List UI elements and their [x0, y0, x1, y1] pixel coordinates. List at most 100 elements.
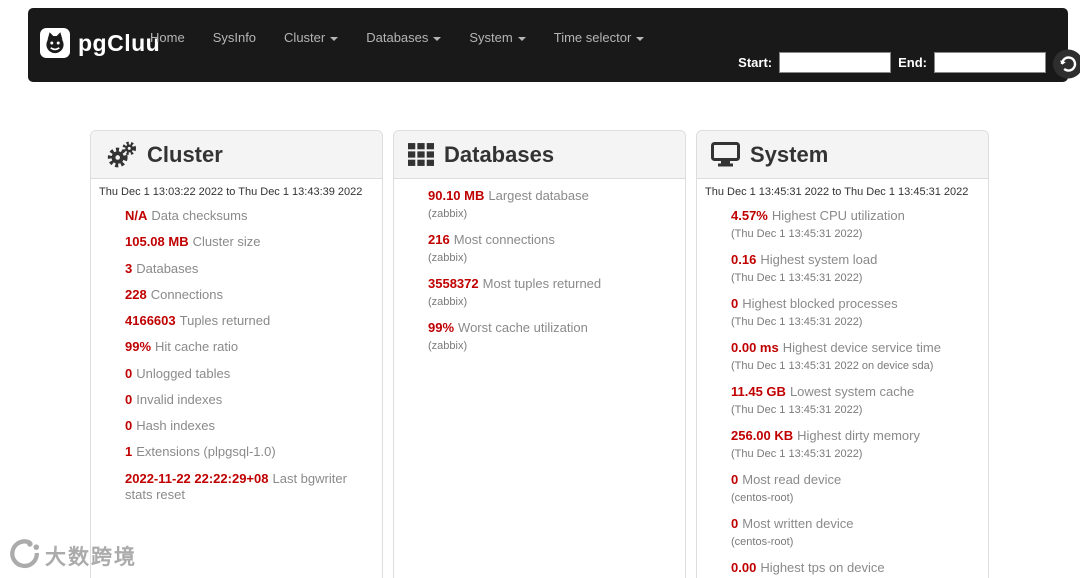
- watermark: 大数跨境: [8, 537, 137, 574]
- stat-value: 0: [125, 365, 133, 381]
- menu-item-label: Time selector: [553, 30, 632, 45]
- stat-label: Hit cache ratio: [155, 339, 239, 355]
- system-stats-list: 4.57% Highest CPU utilization (Thu Dec 1 1…: [731, 206, 982, 576]
- cluster-stats-list: N/A Data checksums 105.08 MB Cluster size 3 D…: [125, 206, 376, 503]
- stat-item: 216 Most connections (zabbix): [428, 232, 679, 266]
- stat-label: Highest device service time: [782, 340, 941, 355]
- menu-item-time-selector[interactable]: Time selector: [554, 30, 645, 45]
- stat-item: 256.00 KB Highest dirty memory (Thu Dec 1 …: [731, 428, 982, 462]
- start-label: Start:: [738, 55, 773, 70]
- cluster-panel: Cluster Thu Dec 1 13:03:22 2022 to Thu D…: [90, 130, 383, 578]
- navbar: pgCluu Home SysInfo Cluster Databases Sy…: [28, 8, 1068, 82]
- stat-item: 3 Databases: [125, 261, 376, 277]
- stat-item: 4166603 Tuples returned: [125, 313, 376, 329]
- chevron-down-icon: [636, 36, 645, 41]
- stat-item: 4.57% Highest CPU utilization (Thu Dec 1 1…: [731, 208, 982, 242]
- stat-sub: (Thu Dec 1 13:45:31 2022): [731, 404, 863, 417]
- stat-item: 99% Hit cache ratio: [125, 339, 376, 355]
- stat-item: 0 Most read device (centos-root): [731, 472, 982, 506]
- cogs-icon: [105, 141, 137, 169]
- stat-label: Data checksums: [151, 208, 248, 223]
- watermark-logo-icon: [8, 537, 40, 574]
- refresh-icon[interactable]: [1051, 48, 1080, 85]
- system-panel-header: System: [697, 131, 988, 179]
- stat-value: N/A: [125, 208, 148, 223]
- system-panel-body: Thu Dec 1 13:45:31 2022 to Thu Dec 1 13:…: [697, 179, 988, 578]
- stat-item: 0 Highest blocked processes (Thu Dec 1 13:…: [731, 296, 982, 330]
- stat-value: 256.00 KB: [731, 428, 794, 443]
- stat-item: N/A Data checksums: [125, 208, 376, 224]
- start-input[interactable]: [779, 52, 892, 73]
- stat-item: 0.16 Highest system load (Thu Dec 1 13:45:…: [731, 252, 982, 286]
- stat-value: 3: [125, 260, 133, 276]
- stat-label: Extensions (plpgsql-1.0): [136, 444, 276, 460]
- brand-text: pgCluu: [78, 29, 161, 56]
- report-period: Thu Dec 1 13:03:22 2022 to Thu Dec 1 13:…: [99, 186, 363, 198]
- menu-item-sysinfo[interactable]: SysInfo: [213, 30, 256, 45]
- system-panel: System Thu Dec 1 13:45:31 2022 to Thu De…: [696, 130, 989, 578]
- menu-item-databases[interactable]: Databases: [366, 30, 442, 45]
- stat-label: Most connections: [453, 232, 555, 247]
- stat-label: Invalid indexes: [136, 391, 223, 407]
- stat-label: Highest dirty memory: [797, 428, 920, 443]
- stat-value: 4.57%: [731, 208, 768, 223]
- stat-sub: (zabbix): [428, 296, 468, 309]
- chevron-down-icon: [433, 36, 442, 41]
- stat-item: 99% Worst cache utilization (zabbix): [428, 320, 679, 354]
- stat-sub: (Thu Dec 1 13:45:31 2022): [731, 316, 863, 329]
- summary-panels: Cluster Thu Dec 1 13:03:22 2022 to Thu D…: [90, 130, 989, 578]
- stat-item: 3558372 Most tuples returned (zabbix): [428, 276, 679, 310]
- stat-item: 0 Hash indexes: [125, 418, 376, 434]
- databases-panel-body: 90.10 MB Largest database (zabbix) 216 Most …: [394, 179, 685, 374]
- stat-value: 0.16: [731, 252, 757, 267]
- time-range-form: Start: End:: [738, 52, 1046, 73]
- stat-label: Highest CPU utilization: [771, 208, 905, 223]
- menu-item-label: System: [469, 30, 513, 45]
- stat-value: 0: [731, 472, 739, 487]
- stat-sub: (centos-root): [731, 492, 794, 505]
- stat-sub: (Thu Dec 1 13:45:31 2022): [731, 228, 863, 241]
- grid-icon: [408, 143, 434, 166]
- main-menu: Home SysInfo Cluster Databases System Ti…: [150, 30, 645, 45]
- end-input[interactable]: [934, 52, 1046, 73]
- stat-value: 90.10 MB: [428, 188, 485, 203]
- menu-item-label: Cluster: [284, 30, 326, 45]
- stat-label: Highest tps on device: [760, 560, 885, 575]
- stat-item: 228 Connections: [125, 287, 376, 303]
- stat-value: 2022-11-22 22:22:29+08: [125, 470, 269, 486]
- stat-value: 0.00 ms: [731, 340, 779, 355]
- stat-item: 0 Invalid indexes: [125, 392, 376, 408]
- menu-item-home[interactable]: Home: [150, 30, 185, 45]
- stat-label: Cluster size: [192, 234, 261, 250]
- end-label: End:: [898, 55, 927, 70]
- menu-item-system[interactable]: System: [469, 30, 526, 45]
- stat-item: 0 Most written device (centos-root): [731, 516, 982, 550]
- brand-link[interactable]: pgCluu: [40, 28, 160, 58]
- stat-label: Largest database: [488, 188, 589, 203]
- stat-label: Most written device: [742, 516, 854, 531]
- cluster-panel-body: Thu Dec 1 13:03:22 2022 to Thu Dec 1 13:…: [91, 179, 382, 523]
- stat-item: 11.45 GB Lowest system cache (Thu Dec 1 13…: [731, 384, 982, 418]
- panel-title: Cluster: [147, 141, 223, 167]
- stat-value: 4166603: [125, 313, 176, 328]
- stat-label: Most read device: [742, 472, 842, 487]
- menu-item-label: Home: [150, 30, 185, 45]
- databases-stats-list: 90.10 MB Largest database (zabbix) 216 Most …: [428, 186, 679, 354]
- stat-value: 0: [125, 418, 133, 433]
- stat-value: 228: [125, 286, 147, 302]
- stat-item: 0.00 Highest tps on device: [731, 560, 982, 576]
- stat-label: Most tuples returned: [482, 276, 602, 291]
- chevron-down-icon: [330, 36, 339, 41]
- stat-item: 1 Extensions (plpgsql-1.0): [125, 444, 376, 460]
- menu-item-cluster[interactable]: Cluster: [284, 30, 339, 45]
- pgcluu-logo-icon: [40, 28, 70, 58]
- stat-sub: (Thu Dec 1 13:45:31 2022): [731, 272, 863, 285]
- stat-sub: (centos-root): [731, 536, 794, 549]
- stat-sub: (Thu Dec 1 13:45:31 2022): [731, 448, 863, 461]
- stat-label: Highest blocked processes: [742, 296, 898, 311]
- stat-item: 90.10 MB Largest database (zabbix): [428, 188, 679, 222]
- databases-panel: Databases 90.10 MB Largest database (zabbi…: [393, 130, 686, 578]
- panel-title: System: [750, 141, 829, 167]
- stat-sub: (zabbix): [428, 208, 468, 221]
- stat-label: Worst cache utilization: [458, 320, 588, 335]
